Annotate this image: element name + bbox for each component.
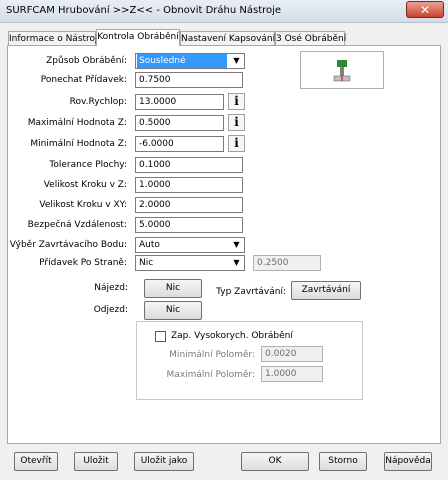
tool-preview (300, 51, 384, 89)
min-polomer-label: Minimální Poloměr: (169, 350, 255, 360)
window-title: SURFCAM Hrubování >>Z<< - Obnovit Dráhu … (6, 5, 282, 16)
max-polomer-field: 1.0000 (261, 366, 323, 382)
krok-xy-label: Velikost Kroku v XY: (39, 200, 127, 210)
zpusob-obrabeni-value: Sousledné (137, 54, 227, 68)
krok-z-label: Velikost Kroku v Z: (43, 180, 127, 190)
max-hodnota-z-label: Maximální Hodnota Z: (27, 118, 127, 128)
tab-kontrola-obrabeni[interactable]: Kontrola Obrábění (96, 29, 180, 46)
krok-z-field[interactable]: 1.0000 (135, 177, 243, 193)
max-hodnota-z-field[interactable]: 0.5000 (135, 115, 224, 131)
chevron-down-icon: ▼ (233, 258, 240, 267)
vyber-zavrtavaciho-bodu-value: Auto (139, 240, 160, 250)
bezpecna-vzdalenost-field[interactable]: 5.0000 (135, 217, 243, 233)
tab-informace-o-nastroji[interactable]: Informace o Nástroji (8, 31, 100, 46)
max-polomer-label: Maximální Poloměr: (166, 370, 255, 380)
rychlop-info-button[interactable]: i (228, 93, 245, 110)
title-bar: SURFCAM Hrubování >>Z<< - Obnovit Dráhu … (0, 0, 448, 23)
pridavek-po-strane-value-field: 0.2500 (253, 255, 321, 271)
tab-nastaveni-kapsovani[interactable]: Nastavení Kapsování (180, 31, 275, 46)
high-speed-checkbox-label: Zap. Vysokorych. Obrábění (171, 331, 293, 341)
otevrit-button[interactable]: Otevřít (14, 452, 58, 471)
info-icon: i (234, 115, 239, 129)
najezd-label: Nájezd: (94, 283, 128, 293)
ulozit-jako-button[interactable]: Uložit jako (134, 452, 194, 471)
tab-label: Kontrola Obrábění (97, 32, 179, 42)
min-hodnota-z-label: Minimální Hodnota Z: (30, 139, 127, 149)
vyber-zavrtavaciho-bodu-select[interactable]: Auto ▼ (135, 237, 245, 253)
chevron-down-icon: ▼ (233, 56, 240, 65)
ulozit-button[interactable]: Uložit (74, 452, 118, 471)
ponechat-pridavek-label: Ponechat Přídavek: (40, 75, 127, 85)
tolerance-plochy-label: Tolerance Plochy: (49, 160, 127, 170)
pridavek-po-strane-value: Nic (139, 258, 154, 268)
close-button[interactable]: ✕ (406, 1, 444, 18)
tab-3-ose-obrabeni[interactable]: 3 Osé Obrábění (275, 31, 347, 46)
tab-label: 3 Osé Obrábění (276, 34, 347, 44)
krok-xy-field[interactable]: 2.0000 (135, 197, 243, 213)
zpusob-obrabeni-label: Způsob Obrábění: (46, 56, 127, 66)
high-speed-checkbox[interactable] (155, 331, 166, 342)
storno-button[interactable]: Storno (319, 452, 367, 471)
napoveda-button[interactable]: Nápověda (384, 452, 432, 471)
close-icon: ✕ (419, 3, 431, 17)
tool-icon (333, 60, 351, 82)
pridavek-po-strane-select[interactable]: Nic ▼ (135, 255, 245, 271)
typ-zavrtavani-label: Typ Zavrtávání: (216, 287, 286, 297)
ok-button[interactable]: OK (241, 452, 309, 471)
ponechat-pridavek-field[interactable]: 0.7500 (135, 72, 243, 88)
rov-rychlop-field[interactable]: 13.0000 (135, 94, 224, 110)
rov-rychlop-label: Rov.Rychlop: (69, 97, 127, 107)
odjezd-button[interactable]: Nic (144, 301, 202, 320)
odjezd-label: Odjezd: (93, 305, 128, 315)
chevron-down-icon: ▼ (233, 240, 240, 249)
max-z-info-button[interactable]: i (228, 114, 245, 131)
tab-label: Informace o Nástroji (9, 34, 101, 44)
info-icon: i (234, 136, 239, 150)
tolerance-plochy-field[interactable]: 0.1000 (135, 157, 243, 173)
min-hodnota-z-field[interactable]: -6.0000 (135, 136, 224, 152)
vyber-zavrtavaciho-bodu-label: Výběr Zavrtávacího Bodu: (9, 240, 127, 250)
min-z-info-button[interactable]: i (228, 135, 245, 152)
min-polomer-field: 0.0020 (261, 346, 323, 362)
typ-zavrtavani-button[interactable]: Zavrtávání (291, 281, 361, 300)
najezd-button[interactable]: Nic (144, 279, 202, 298)
zpusob-obrabeni-select[interactable]: Sousledné ▼ (135, 53, 245, 69)
tab-label: Nastavení Kapsování (181, 34, 276, 44)
pridavek-po-strane-label: Přídavek Po Straně: (39, 258, 127, 268)
bezpecna-vzdalenost-label: Bezpečná Vzdálenost: (27, 220, 127, 230)
info-icon: i (234, 94, 239, 108)
